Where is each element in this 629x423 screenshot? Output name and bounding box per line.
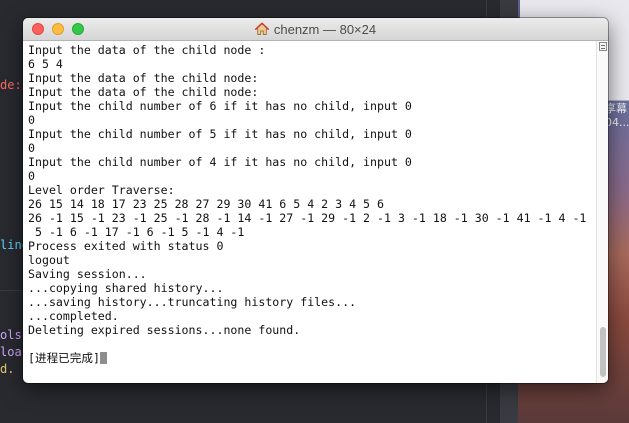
terminal-line-text: Input the data of the child node :	[28, 43, 266, 57]
terminal-line-text: Input the child number of 4 if it has no…	[28, 155, 412, 169]
terminal-line-text: Deleting expired sessions...none found.	[28, 323, 301, 337]
terminal-line: 0	[28, 113, 596, 127]
terminal-line: Input the data of the child node :	[28, 43, 596, 57]
terminal-line: ...copying shared history...	[28, 281, 596, 295]
terminal-line-text: 26 -1 15 -1 23 -1 25 -1 28 -1 14 -1 27 -…	[28, 211, 587, 225]
terminal-output[interactable]: Input the data of the child node :6 5 4I…	[23, 41, 596, 383]
terminal-line: Level order Traverse:	[28, 183, 596, 197]
terminal-line: 5 -1 6 -1 17 -1 6 -1 5 -1 4 -1	[28, 225, 596, 239]
terminal-line: [进程已完成]	[28, 351, 596, 365]
terminal-line: 26 15 14 18 17 23 25 28 27 29 30 41 6 5 …	[28, 197, 596, 211]
terminal-line: Input the data of the child node:	[28, 71, 596, 85]
terminal-line: Input the child number of 4 if it has no…	[28, 155, 596, 169]
terminal-line: 6 5 4	[28, 57, 596, 71]
terminal-line-text: ...saving history...truncating history f…	[28, 295, 357, 309]
terminal-line-text: Process exited with status 0	[28, 239, 224, 253]
terminal-line-text: ...copying shared history...	[28, 281, 224, 295]
terminal-line-text: [进程已完成]	[28, 351, 100, 365]
terminal-line-text: 0	[28, 169, 35, 183]
text-cursor	[99, 352, 107, 364]
terminal-line: ...completed.	[28, 309, 596, 323]
terminal-line-text: 0	[28, 113, 35, 127]
home-icon	[254, 22, 269, 35]
terminal-line-text: 26 15 14 18 17 23 25 28 27 29 30 41 6 5 …	[28, 197, 384, 211]
split-pane-button[interactable]	[599, 42, 607, 51]
terminal-line-text: 0	[28, 141, 35, 155]
terminal-line-text: 6 5 4	[28, 57, 63, 71]
editor-text-fragment: ols	[0, 328, 22, 342]
terminal-line-text: Saving session...	[28, 267, 147, 281]
terminal-line: ...saving history...truncating history f…	[28, 295, 596, 309]
editor-text-fragment: de:	[0, 78, 22, 92]
title-bar[interactable]: chenzm — 80×24	[23, 18, 608, 41]
terminal-line: Process exited with status 0	[28, 239, 596, 253]
terminal-line-text: Input the data of the child node:	[28, 85, 259, 99]
terminal-line-text: 5 -1 6 -1 17 -1 6 -1 5 -1 4 -1	[28, 225, 245, 239]
terminal-line-text: Level order Traverse:	[28, 183, 175, 197]
terminal-line: Saving session...	[28, 267, 596, 281]
terminal-line: logout	[28, 253, 596, 267]
terminal-line-text: logout	[28, 253, 70, 267]
terminal-line-text: ...completed.	[28, 309, 119, 323]
scrollbar[interactable]	[596, 41, 608, 383]
terminal-line: 0	[28, 141, 596, 155]
scrollbar-thumb[interactable]	[600, 327, 606, 377]
window-title-wrap: chenzm — 80×24	[23, 18, 608, 40]
terminal-line: Input the data of the child node:	[28, 85, 596, 99]
window-title: chenzm — 80×24	[273, 21, 377, 37]
editor-text-fragment: d.	[0, 362, 15, 376]
terminal-line: Input the child number of 5 if it has no…	[28, 127, 596, 141]
terminal-line: 0	[28, 169, 596, 183]
terminal-line-text: Input the child number of 6 if it has no…	[28, 99, 412, 113]
editor-text-fragment: loa	[0, 345, 22, 359]
desktop-text-fragment: 享幕	[605, 102, 627, 115]
terminal-line-text: Input the child number of 5 if it has no…	[28, 127, 412, 141]
terminal-line: Deleting expired sessions...none found.	[28, 323, 596, 337]
desktop-text-fragment: 04...	[605, 116, 629, 129]
terminal-line: Input the child number of 6 if it has no…	[28, 99, 596, 113]
terminal-line: 26 -1 15 -1 23 -1 25 -1 28 -1 14 -1 27 -…	[28, 211, 596, 225]
terminal-line-text: Input the data of the child node:	[28, 71, 259, 85]
terminal-window[interactable]: chenzm — 80×24 Input the data of the chi…	[23, 18, 608, 383]
